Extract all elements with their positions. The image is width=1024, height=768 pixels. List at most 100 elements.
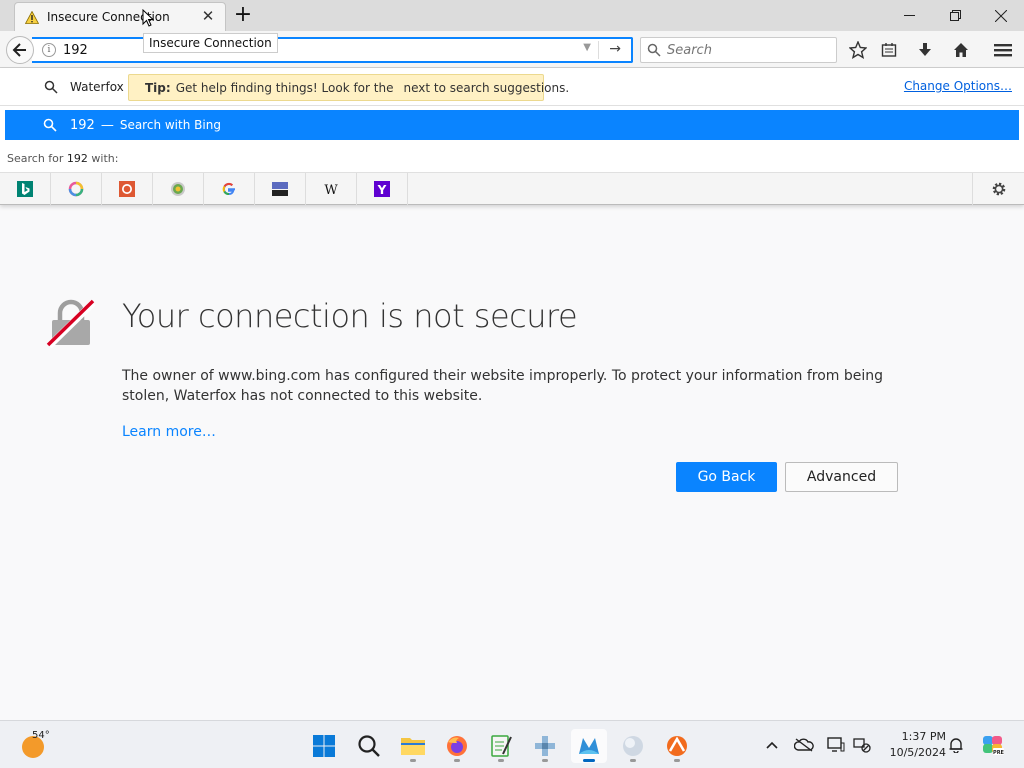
taskbar-app-orange[interactable] <box>659 729 695 763</box>
bing-icon <box>17 181 33 197</box>
engine-google[interactable] <box>204 173 255 205</box>
globe-icon <box>623 736 643 756</box>
url-input[interactable]: 192 <box>63 43 88 58</box>
engine-yahoo[interactable]: Y <box>357 173 408 205</box>
engine-duckduckgo[interactable] <box>102 173 153 205</box>
search-engine-name: Waterfox <box>70 80 124 94</box>
engine-startpage[interactable] <box>153 173 204 205</box>
search-icon <box>44 80 58 94</box>
file-explorer-icon <box>401 738 425 755</box>
taskbar-search-button[interactable] <box>351 729 387 763</box>
running-indicator <box>542 759 548 762</box>
copilot-icon[interactable]: PRE <box>980 735 1006 756</box>
url-bar[interactable]: i 192 ▼ → <box>32 37 633 63</box>
running-indicator <box>410 759 416 762</box>
tab-close-icon[interactable]: ✕ <box>201 9 215 24</box>
back-arrow-icon <box>12 43 26 57</box>
minimize-button[interactable] <box>886 0 932 31</box>
engine-bing[interactable] <box>0 173 51 205</box>
duckduckgo-icon <box>119 181 135 197</box>
taskbar-globe[interactable] <box>615 729 651 763</box>
running-indicator <box>630 759 636 762</box>
restore-button[interactable] <box>932 0 978 31</box>
system-clock[interactable]: 1:37 PM 10/5/2024 <box>878 729 946 761</box>
close-window-button[interactable] <box>978 0 1024 31</box>
svg-text:PRE: PRE <box>993 750 1005 756</box>
error-title: Your connection is not secure <box>122 297 578 335</box>
taskbar-app[interactable] <box>527 729 563 763</box>
onedrive-offline-icon[interactable] <box>794 735 814 755</box>
windows-taskbar: 54° 1:37 PM 10/5/2024 PRE <box>0 720 1024 768</box>
search-input[interactable] <box>667 42 827 58</box>
suggestion-query: 192 <box>70 117 95 133</box>
clock-date: 10/5/2024 <box>889 746 946 759</box>
engine-qwant[interactable] <box>255 173 306 205</box>
go-back-button[interactable]: Go Back <box>676 462 777 492</box>
url-separator <box>598 41 599 59</box>
display-icon[interactable] <box>826 735 846 755</box>
popup-header: Waterfox Tip: Get help finding things! L… <box>0 68 1024 106</box>
home-icon[interactable] <box>950 39 972 61</box>
search-icon <box>43 118 57 132</box>
download-icon[interactable] <box>914 39 936 61</box>
app-icon <box>535 736 555 756</box>
tab-title: Insecure Connection <box>47 10 170 24</box>
notepad-icon <box>491 735 512 757</box>
start-icon <box>313 735 335 757</box>
svg-text:Y: Y <box>377 183 387 197</box>
tip-text-before: Get help finding things! Look for the <box>175 80 394 95</box>
tab-insecure-connection[interactable]: Insecure Connection ✕ <box>14 2 226 31</box>
mouse-cursor-icon <box>142 9 154 27</box>
warning-icon <box>25 10 39 24</box>
search-icon <box>358 735 380 757</box>
suggestion-dash: — <box>100 117 114 133</box>
wikipedia-icon: W <box>324 183 338 197</box>
hamburger-menu-icon[interactable] <box>992 39 1014 61</box>
search-for-suffix: with: <box>91 152 119 165</box>
weather-temperature: 54° <box>32 730 50 741</box>
change-options-link[interactable]: Change Options… <box>904 79 1012 93</box>
firefox-icon <box>447 736 467 756</box>
url-dropdown-icon[interactable]: ▼ <box>583 42 591 53</box>
notification-bell-icon[interactable] <box>946 735 966 755</box>
search-for-prefix: Search for <box>7 152 64 165</box>
app-orange-icon <box>667 736 687 756</box>
show-hidden-icons-chevron-icon[interactable] <box>762 735 782 755</box>
ecosia-icon <box>68 181 84 197</box>
startpage-icon <box>171 182 185 196</box>
engine-wikipedia[interactable]: W <box>306 173 357 205</box>
gear-icon <box>992 182 1005 196</box>
advanced-button[interactable]: Advanced <box>785 462 898 492</box>
qwant-icon <box>272 182 288 196</box>
taskbar-notepad[interactable] <box>483 729 519 763</box>
taskbar-waterfox[interactable] <box>571 729 607 763</box>
running-indicator <box>674 759 680 762</box>
start-button[interactable] <box>306 729 342 763</box>
learn-more-link[interactable]: Learn more… <box>122 424 216 440</box>
tab-tooltip: Insecure Connection <box>143 33 278 53</box>
one-off-search-engines: W Y <box>0 172 1024 205</box>
new-tab-button[interactable]: + <box>232 4 254 26</box>
engine-ecosia[interactable] <box>51 173 102 205</box>
back-button[interactable] <box>6 36 34 64</box>
search-bar[interactable] <box>640 37 837 63</box>
site-info-icon[interactable]: i <box>42 43 56 57</box>
clock-time: 1:37 PM <box>901 730 946 743</box>
weather-widget[interactable]: 54° <box>20 730 60 762</box>
error-page: Your connection is not secure The owner … <box>0 205 1024 720</box>
url-autocomplete-popup: Waterfox Tip: Get help finding things! L… <box>0 68 1024 205</box>
search-settings-button[interactable] <box>972 173 1024 205</box>
tip-text-after: next to search suggestions. <box>403 80 570 95</box>
running-indicator <box>583 759 595 762</box>
network-icon[interactable] <box>852 735 872 755</box>
suggestion-search-with-bing[interactable]: 192 — Search with Bing <box>5 110 1019 140</box>
error-description: The owner of www.bing.com has configured… <box>122 368 884 404</box>
go-arrow-icon[interactable]: → <box>609 41 621 57</box>
taskbar-file-explorer[interactable] <box>395 729 431 763</box>
reading-list-icon[interactable] <box>878 39 900 61</box>
suggestion-action: Search with Bing <box>119 118 221 132</box>
search-icon <box>647 43 661 57</box>
taskbar-firefox[interactable] <box>439 729 475 763</box>
search-tip-box: Tip: Get help finding things! Look for t… <box>128 74 569 101</box>
bookmark-star-icon[interactable] <box>847 39 869 61</box>
